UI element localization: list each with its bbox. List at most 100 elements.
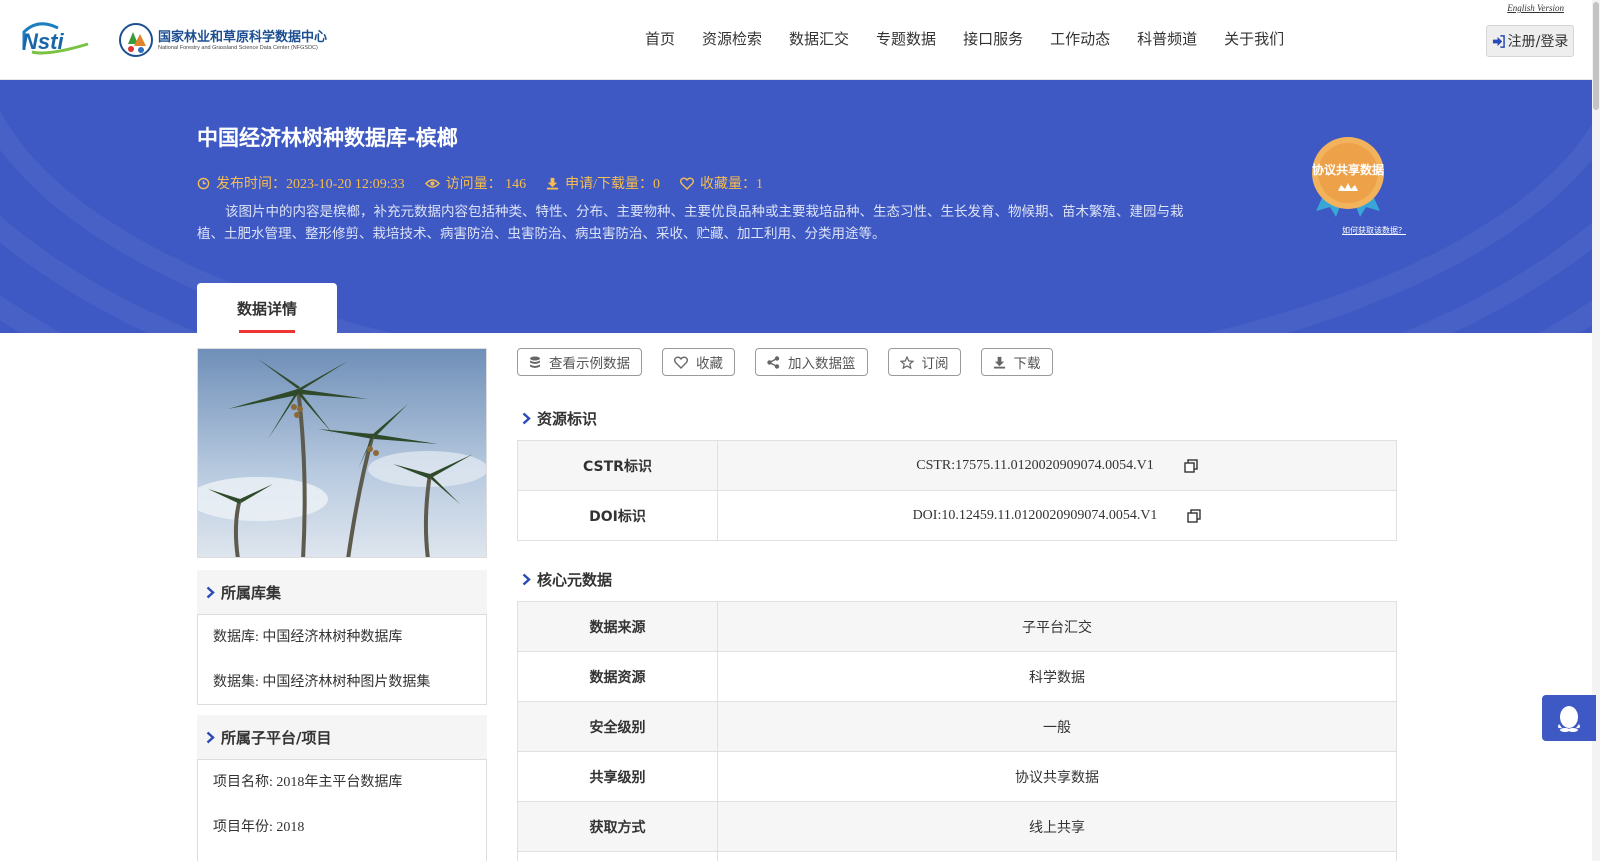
copy-icon[interactable]: [1184, 458, 1198, 473]
nav-api-service[interactable]: 接口服务: [963, 28, 1023, 49]
nav-work-news[interactable]: 工作动态: [1050, 28, 1110, 49]
tab-active-indicator: [239, 330, 295, 333]
visit-count-text: 访问量： 146: [445, 177, 527, 192]
nfgsdc-logo[interactable]: 国家林业和草原科学数据中心 National Forestry and Gras…: [118, 22, 338, 60]
favorite-count-text: 收藏量：1: [700, 177, 763, 192]
page-title: 中国经济林树种数据库-槟榔: [197, 126, 458, 150]
download-label: 下载: [1013, 356, 1041, 372]
nsti-logo[interactable]: Nsti: [18, 22, 98, 56]
heart-icon: [674, 356, 688, 369]
badge-label: 协议共享数据: [1312, 163, 1385, 177]
resource-id-header: 资源标识: [522, 408, 597, 429]
table-cell-value: 协议共享数据: [1015, 770, 1099, 786]
resource-id-title: 资源标识: [537, 410, 598, 428]
core-metadata-title: 核心元数据: [537, 571, 613, 589]
svg-text:Nsti: Nsti: [22, 29, 64, 54]
add-to-basket-label: 加入数据篮: [788, 356, 856, 372]
visit-count: 访问量： 146: [424, 173, 527, 193]
table-cell-label: [518, 852, 718, 861]
how-to-get-data-link[interactable]: 如何获取该数据？: [1342, 225, 1406, 236]
dataset-banner: 中国经济林树种数据库-槟榔 发布时间：2023-10-20 12:09:33 访…: [0, 80, 1592, 333]
dataset-meta: 发布时间：2023-10-20 12:09:33 访问量： 146 申请/下载量…: [197, 173, 783, 193]
project-section-title: 所属子平台/项目: [221, 728, 332, 747]
favorite-count: 收藏量：1: [680, 173, 763, 193]
list-item[interactable]: 数据库: 中国经济林树种数据库: [198, 615, 486, 660]
nav-about-us[interactable]: 关于我们: [1224, 28, 1284, 49]
table-cell-value: [718, 852, 1396, 861]
table-row: 获取方式 线上共享: [518, 802, 1396, 852]
table-cell-label: CSTR标识: [518, 441, 718, 490]
nav-science-channel[interactable]: 科普频道: [1137, 28, 1197, 49]
tab-data-details[interactable]: 数据详情: [197, 283, 337, 333]
publish-time: 发布时间：2023-10-20 12:09:33: [197, 173, 405, 193]
view-sample-data-button[interactable]: 查看示例数据: [517, 348, 642, 376]
copy-icon[interactable]: [1187, 508, 1202, 523]
favorite-button[interactable]: 收藏: [662, 348, 735, 376]
table-cell-value: 子平台汇交: [1022, 620, 1092, 636]
nav-data-submission[interactable]: 数据汇交: [789, 28, 849, 49]
nav-topic-data[interactable]: 专题数据: [876, 28, 936, 49]
table-row: 数据来源 子平台汇交: [518, 602, 1396, 652]
share-icon: [767, 355, 780, 369]
library-section-title: 所属库集: [221, 583, 282, 602]
login-register-button[interactable]: 注册/登录: [1486, 25, 1574, 57]
favorite-label: 收藏: [696, 356, 723, 372]
qq-penguin-icon: [1558, 706, 1580, 732]
table-row: 安全级别 一般: [518, 702, 1396, 752]
share-level-badge: 协议共享数据: [1308, 135, 1388, 217]
subscribe-button[interactable]: 订阅: [887, 348, 961, 376]
chevron-right-icon: [522, 573, 531, 586]
dataset-photo: [197, 348, 487, 558]
table-row: 数据资源 科学数据: [518, 652, 1396, 702]
core-metadata-header: 核心元数据: [522, 569, 612, 590]
table-cell-label: 共享级别: [518, 752, 718, 801]
action-toolbar: 查看示例数据 收藏 加入数据篮 订阅 下载: [517, 348, 1073, 376]
table-row: DOI标识 DOI:10.12459.11.0120020909074.0054…: [518, 491, 1396, 541]
logo-en-text: National Forestry and Grassland Science …: [158, 45, 318, 51]
chevron-right-icon: [206, 586, 215, 598]
library-section-header: 所属库集: [197, 570, 487, 614]
table-cell-value: DOI:10.12459.11.0120020909074.0054.V1: [718, 491, 1396, 540]
table-cell-label: DOI标识: [518, 491, 718, 540]
publish-time-text: 发布时间：2023-10-20 12:09:33: [216, 177, 405, 192]
subscribe-label: 订阅: [921, 356, 949, 372]
table-row: 共享级别 协议共享数据: [518, 752, 1396, 802]
doi-value: DOI:10.12459.11.0120020909074.0054.V1: [912, 507, 1158, 523]
table-cell-value: 科学数据: [1029, 670, 1085, 686]
nav-home[interactable]: 首页: [645, 28, 675, 49]
database-icon: [530, 356, 540, 368]
add-to-basket-button[interactable]: 加入数据篮: [755, 348, 868, 376]
chevron-right-icon: [522, 412, 531, 425]
view-sample-data-label: 查看示例数据: [549, 356, 630, 372]
eye-icon: [424, 178, 440, 188]
download-count-text: 申请/下载量：0: [565, 177, 660, 192]
table-row: [518, 852, 1396, 861]
sign-in-icon: [1492, 34, 1505, 48]
resource-id-table: CSTR标识 CSTR:17575.11.0120020909074.0054.…: [517, 440, 1397, 541]
star-icon: [899, 355, 914, 369]
main-nav: 首页 资源检索 数据汇交 专题数据 接口服务 工作动态 科普频道 关于我们: [645, 28, 1311, 49]
top-header: English Version Nsti 国家林业和草原科学数据中心 Natio…: [0, 0, 1600, 80]
scrollbar-thumb[interactable]: [1593, 2, 1599, 110]
list-item: 项目年份: 2018: [213, 820, 305, 835]
customer-service-button[interactable]: [1542, 695, 1596, 741]
download-icon: [547, 177, 559, 190]
list-item[interactable]: 数据集: 中国经济林树种图片数据集: [198, 660, 486, 705]
clock-icon: [197, 177, 210, 189]
dataset-description: 该图片中的内容是槟榔，补充元数据内容包括种类、特性、分布、主要物种、主要优良品种…: [197, 204, 1184, 242]
nav-resource-search[interactable]: 资源检索: [702, 28, 762, 49]
download-count: 申请/下载量：0: [546, 173, 660, 193]
download-icon: [993, 356, 1005, 369]
table-row: CSTR标识 CSTR:17575.11.0120020909074.0054.…: [518, 441, 1396, 491]
table-cell-label: 数据资源: [518, 652, 718, 701]
heart-icon: [680, 177, 694, 190]
chevron-right-icon: [206, 731, 215, 743]
english-version-link[interactable]: English Version: [1507, 3, 1564, 13]
list-item: 项目名称: 2018年主平台数据库: [213, 775, 403, 790]
areca-palm-image: [198, 349, 486, 557]
download-button[interactable]: 下载: [980, 348, 1053, 376]
cstr-value: CSTR:17575.11.0120020909074.0054.V1: [916, 457, 1154, 473]
table-cell-value: 线上共享: [1029, 820, 1085, 836]
library-list: 数据库: 中国经济林树种数据库 数据集: 中国经济林树种图片数据集: [197, 614, 487, 705]
table-cell-label: 数据来源: [518, 602, 718, 651]
